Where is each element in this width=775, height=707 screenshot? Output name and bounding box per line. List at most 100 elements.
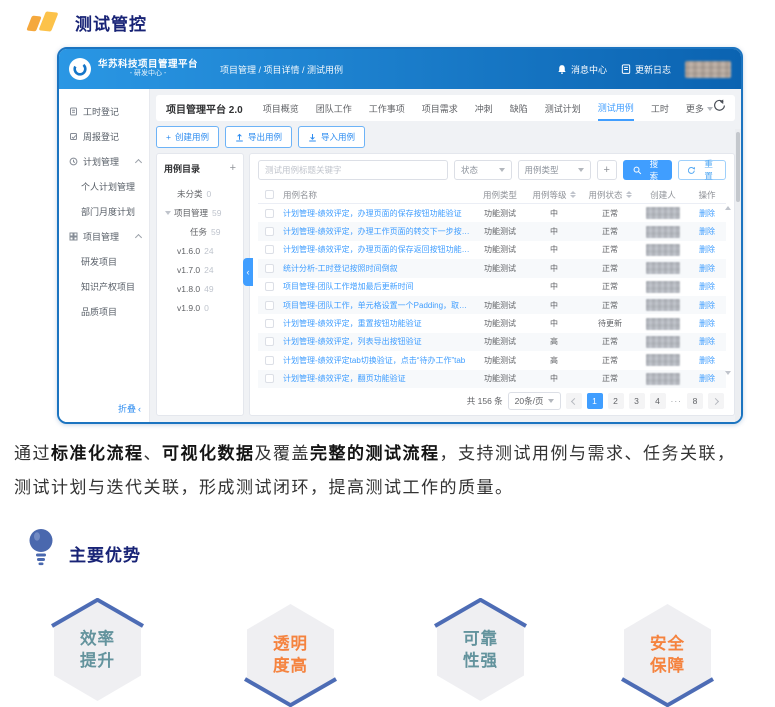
case-name-link[interactable]: 计划管理-绩效评定，办理工作页面的转交下一步按钮功能验证 xyxy=(283,226,474,237)
delete-link[interactable]: 删除 xyxy=(699,245,715,254)
delete-link[interactable]: 删除 xyxy=(699,337,715,346)
sidebar-collapse-button[interactable]: 折叠‹ xyxy=(118,402,141,415)
case-name-link[interactable]: 计划管理-绩效评定，列表导出按钮验证 xyxy=(283,336,474,347)
tree-node-v180[interactable]: v1.8.049 xyxy=(162,279,238,298)
tab-hours[interactable]: 工时 xyxy=(651,96,669,120)
sort-icon[interactable] xyxy=(570,191,576,198)
delete-link[interactable]: 删除 xyxy=(699,319,715,328)
tab-team-work[interactable]: 团队工作 xyxy=(316,96,352,120)
case-name-link[interactable]: 计划管理-绩效评定，翻页功能验证 xyxy=(283,373,474,384)
page-button-1[interactable]: 1 xyxy=(587,393,603,409)
row-checkbox[interactable] xyxy=(265,282,274,291)
collapse-panel-handle[interactable]: ‹ xyxy=(243,258,253,286)
reset-button[interactable]: 重置 xyxy=(678,160,726,180)
tab-work-items[interactable]: 工作事项 xyxy=(369,96,405,120)
prev-page-button[interactable] xyxy=(566,393,582,409)
tree-node-v170[interactable]: v1.7.024 xyxy=(162,260,238,279)
sidebar-item-ip-project[interactable]: 知识产权项目 xyxy=(59,274,149,299)
creator-avatar xyxy=(646,281,680,293)
app-scrollbar[interactable] xyxy=(735,129,741,422)
refresh-icon xyxy=(687,166,696,175)
row-checkbox[interactable] xyxy=(265,245,274,254)
delete-link[interactable]: 删除 xyxy=(699,282,715,291)
tree-node-v190[interactable]: v1.9.00 xyxy=(162,298,238,317)
page-ellipsis[interactable]: ··· xyxy=(671,396,683,406)
export-case-button[interactable]: 导出用例 xyxy=(225,126,292,148)
sidebar-item-project-management[interactable]: 项目管理 xyxy=(59,224,149,249)
delete-link[interactable]: 删除 xyxy=(699,209,715,218)
row-checkbox[interactable] xyxy=(265,301,274,310)
sidebar-item-quality-project[interactable]: 品质项目 xyxy=(59,299,149,324)
case-name-link[interactable]: 项目管理-团队工作，单元格设置一个Padding，取消抖动效果。 xyxy=(283,300,474,311)
next-page-button[interactable] xyxy=(708,393,724,409)
tree-node-project-management[interactable]: 项目管理59 xyxy=(162,203,238,222)
row-checkbox[interactable] xyxy=(265,337,274,346)
case-type-select[interactable]: 用例类型 xyxy=(518,160,591,180)
app-screenshot: 华苏科技项目管理平台 - 研发中心 - 项目管理 / 项目详情 / 测试用例 消… xyxy=(57,47,743,424)
tree-node-uncategorized[interactable]: 未分类0 xyxy=(162,184,238,203)
table-row: 计划管理-绩效评定tab切换验证，点击“待办工作”tab 功能测试 高 正常 删… xyxy=(258,351,726,369)
tab-project-overview[interactable]: 项目概览 xyxy=(263,96,299,120)
case-name-link[interactable]: 计划管理-绩效评定tab切换验证，点击“待办工作”tab xyxy=(283,355,474,366)
delete-link[interactable]: 删除 xyxy=(699,227,715,236)
delete-link[interactable]: 删除 xyxy=(699,356,715,365)
table-row: 统计分析-工时登记按照时间倒叙 功能测试 中 正常 删除 xyxy=(258,259,726,277)
description-paragraph: 通过标准化流程、可视化数据及覆盖完整的测试流程，支持测试用例与需求、任务关联， … xyxy=(14,437,766,505)
workspace-title: 项目管理平台 2.0 xyxy=(166,101,243,116)
add-catalog-button[interactable]: + xyxy=(230,163,236,174)
delete-link[interactable]: 删除 xyxy=(699,264,715,273)
row-checkbox[interactable] xyxy=(265,209,274,218)
row-checkbox[interactable] xyxy=(265,356,274,365)
sidebar-item-plan-management[interactable]: 计划管理 xyxy=(59,149,149,174)
tab-more[interactable]: 更多 xyxy=(686,96,713,120)
back-button[interactable] xyxy=(713,99,726,117)
page-button-8[interactable]: 8 xyxy=(687,393,703,409)
sidebar-item-dept-monthly-plan[interactable]: 部门月度计划 xyxy=(59,199,149,224)
user-avatar[interactable] xyxy=(685,61,731,78)
delete-link[interactable]: 删除 xyxy=(699,301,715,310)
row-checkbox[interactable] xyxy=(265,227,274,236)
case-name-link[interactable]: 计划管理-绩效评定，重置按钮功能验证 xyxy=(283,318,474,329)
changelog-button[interactable]: 更新日志 xyxy=(621,63,671,76)
tab-test-plan[interactable]: 测试计划 xyxy=(545,96,581,120)
sidebar-item-timesheet[interactable]: 工时登记 xyxy=(59,99,149,124)
table-scroll-up-icon[interactable] xyxy=(725,206,731,210)
section-header: 测试管控 xyxy=(27,8,147,36)
row-checkbox[interactable] xyxy=(265,319,274,328)
row-checkbox[interactable] xyxy=(265,264,274,273)
brand-name: 华苏科技项目管理平台 - 研发中心 - xyxy=(98,60,198,79)
table-row: 计划管理-绩效评定，办理页面的保存按钮功能验证 功能测试 中 正常 删除 xyxy=(258,204,726,222)
create-case-button[interactable]: +创建用例 xyxy=(156,126,219,148)
sort-icon[interactable] xyxy=(626,191,632,198)
page-button-3[interactable]: 3 xyxy=(629,393,645,409)
tree-node-tasks[interactable]: 任务59 xyxy=(162,222,238,241)
status-select[interactable]: 状态 xyxy=(454,160,512,180)
undo-arrow-icon xyxy=(713,99,726,112)
tab-defects[interactable]: 缺陷 xyxy=(510,96,528,120)
tab-test-cases[interactable]: 测试用例 xyxy=(598,95,634,121)
sidebar-item-personal-plan[interactable]: 个人计划管理 xyxy=(59,174,149,199)
sidebar-item-weekly-report[interactable]: 周报登记 xyxy=(59,124,149,149)
keyword-input[interactable] xyxy=(258,160,448,180)
case-name-link[interactable]: 计划管理-绩效评定，办理页面的保存返回按钮功能验证 xyxy=(283,244,474,255)
add-filter-button[interactable]: + xyxy=(597,160,617,180)
page-size-select[interactable]: 20条/页 xyxy=(508,392,561,410)
advantage-hex-security: 安全 保障 xyxy=(619,603,716,707)
table-scroll-down-icon[interactable] xyxy=(725,371,731,375)
case-name-link[interactable]: 项目管理-团队工作增加最后更新时间 xyxy=(283,281,474,292)
case-name-link[interactable]: 计划管理-绩效评定，办理页面的保存按钮功能验证 xyxy=(283,208,474,219)
search-button[interactable]: 搜索 xyxy=(623,160,673,180)
case-name-link[interactable]: 统计分析-工时登记按照时间倒叙 xyxy=(283,263,474,274)
page-button-2[interactable]: 2 xyxy=(608,393,624,409)
page-button-4[interactable]: 4 xyxy=(650,393,666,409)
tab-requirements[interactable]: 项目需求 xyxy=(422,96,458,120)
select-all-checkbox[interactable] xyxy=(265,190,274,199)
delete-link[interactable]: 删除 xyxy=(699,374,715,383)
row-checkbox[interactable] xyxy=(265,374,274,383)
sidebar-item-rd-project[interactable]: 研发项目 xyxy=(59,249,149,274)
tab-sprint[interactable]: 冲刺 xyxy=(475,96,493,120)
tree-node-v160[interactable]: v1.6.024 xyxy=(162,241,238,260)
import-case-button[interactable]: 导入用例 xyxy=(298,126,365,148)
table-row: 计划管理-绩效评定，办理工作页面的转交下一步按钮功能验证 功能测试 中 正常 删… xyxy=(258,222,726,240)
message-center-button[interactable]: 消息中心 xyxy=(557,63,607,76)
